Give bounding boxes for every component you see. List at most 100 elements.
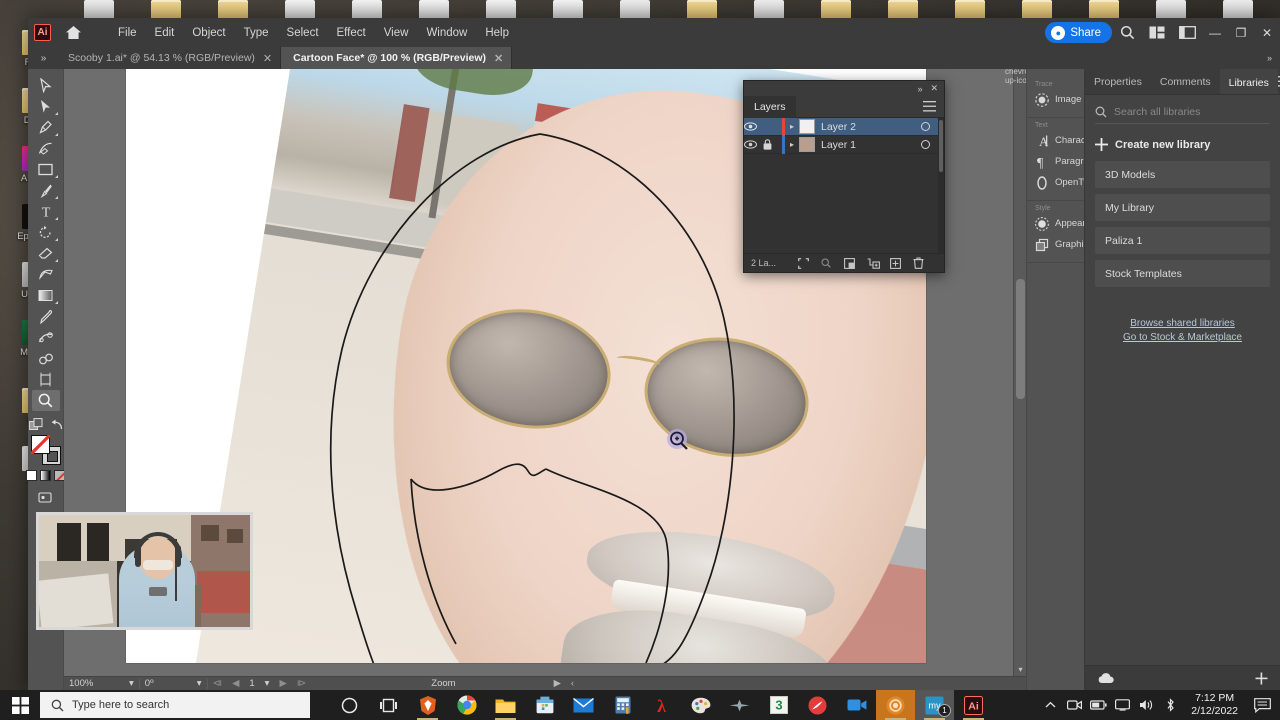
workspace-switcher-icon[interactable]: [1172, 18, 1202, 47]
window-close-button[interactable]: ✕: [1254, 18, 1280, 47]
taskbar-app-paint-palette[interactable]: [681, 690, 720, 720]
cloud-icon[interactable]: [1097, 672, 1115, 684]
panel-expand-icon[interactable]: »: [1260, 47, 1278, 69]
color-swatch-icon[interactable]: [26, 470, 37, 481]
zoom-tool[interactable]: [31, 390, 60, 411]
paintbrush-tool[interactable]: [32, 180, 60, 201]
curvature-tool[interactable]: [32, 138, 60, 159]
rotation-field[interactable]: 0º: [140, 677, 192, 691]
create-new-library-button[interactable]: Create new library: [1095, 138, 1270, 151]
delete-layer-icon[interactable]: [913, 257, 936, 269]
layer-row-layer-1[interactable]: ▸ Layer 1: [744, 135, 944, 154]
fill-stroke-swatches[interactable]: [30, 435, 61, 465]
artboard-last-icon[interactable]: ⧐: [292, 677, 312, 691]
zoom-level-caret-icon[interactable]: ▾: [124, 677, 139, 691]
gradient-swatch-icon[interactable]: [40, 470, 51, 481]
eye-icon[interactable]: [744, 122, 763, 131]
type-tool[interactable]: T: [32, 201, 60, 222]
rail-item-image-trace[interactable]: Image Trace: [1027, 89, 1084, 110]
taskbar-app-blue-camera[interactable]: [837, 690, 876, 720]
scrollbar-thumb[interactable]: [1016, 279, 1025, 399]
libraries-search-row[interactable]: [1095, 106, 1270, 124]
menu-object[interactable]: Object: [183, 23, 234, 43]
taskbar-app-green-three[interactable]: 3: [759, 690, 798, 720]
status-play-icon[interactable]: ▶: [549, 677, 566, 691]
tab-layers[interactable]: Layers: [744, 95, 796, 118]
chevron-right-icon[interactable]: ▸: [785, 140, 799, 149]
browse-shared-libraries-link[interactable]: Browse shared libraries: [1085, 318, 1280, 329]
menu-effect[interactable]: Effect: [328, 23, 375, 43]
layer-row-layer-2[interactable]: ▸ Layer 2: [744, 117, 944, 136]
free-transform-tool[interactable]: [32, 264, 60, 285]
chevron-up-icon[interactable]: [1039, 690, 1061, 720]
battery-tray-icon[interactable]: [1087, 690, 1109, 720]
rotate-tool[interactable]: [32, 222, 60, 243]
rectangle-tool[interactable]: [32, 159, 60, 180]
panel-menu-icon[interactable]: [923, 101, 944, 112]
undo-arrow-icon[interactable]: [50, 419, 63, 431]
cortana-circle-icon[interactable]: [330, 690, 369, 720]
direct-selection-tool[interactable]: [32, 96, 60, 117]
search-input[interactable]: [1114, 106, 1254, 118]
taskbar-app-red-circle[interactable]: [798, 690, 837, 720]
layers-panel-scrollbar[interactable]: [938, 118, 944, 253]
scrollbar-thumb[interactable]: [939, 120, 943, 172]
eyedropper-tool[interactable]: [32, 306, 60, 327]
library-item-my-library[interactable]: My Library: [1095, 194, 1270, 221]
close-icon[interactable]: ✕: [263, 52, 272, 65]
taskbar-app-mail[interactable]: [564, 690, 603, 720]
rail-item-opentype[interactable]: OpenType: [1027, 172, 1084, 193]
artboard-prev-icon[interactable]: ◀: [227, 677, 244, 691]
artboard-caret-icon[interactable]: ▾: [260, 677, 275, 691]
tab-comments[interactable]: Comments: [1151, 69, 1220, 94]
plus-icon[interactable]: [1255, 672, 1268, 685]
chevron-right-icon[interactable]: ▸: [785, 122, 799, 131]
selection-tool[interactable]: [32, 75, 60, 96]
layers-panel[interactable]: » ✕ Layers ▸ Layer 2 ▸ Layer 1 2 La...: [743, 80, 945, 273]
close-icon[interactable]: ✕: [494, 52, 503, 65]
taskbar-app-orange-record[interactable]: [876, 690, 915, 720]
drawing-mode-icon[interactable]: [32, 487, 60, 508]
rotation-caret-icon[interactable]: ▾: [192, 677, 207, 691]
window-maximize-button[interactable]: ❐: [1228, 18, 1254, 47]
chevron-up-icon[interactable]: chevron-up-icon: [1005, 69, 1026, 85]
bluetooth-tray-icon[interactable]: [1159, 690, 1181, 720]
volume-tray-icon[interactable]: [1135, 690, 1157, 720]
taskbar-app-adobe-illustrator[interactable]: Ai: [954, 690, 993, 720]
artboard-first-icon[interactable]: ⧏: [208, 677, 228, 691]
rail-item-paragraph[interactable]: ¶ Paragraph: [1027, 151, 1085, 172]
rail-item-graphic-styles[interactable]: Graphic St...: [1027, 234, 1084, 255]
display-tray-icon[interactable]: [1111, 690, 1133, 720]
taskbar-app-brave-browser[interactable]: [408, 690, 447, 720]
rail-item-appearance[interactable]: Appearance: [1027, 213, 1084, 234]
chevron-down-icon[interactable]: ▾: [1014, 663, 1026, 676]
target-circle-icon[interactable]: [921, 122, 930, 131]
document-tab-cartoon-face[interactable]: Cartoon Face* @ 100 % (RGB/Preview) ✕: [281, 47, 513, 69]
zoom-level-field[interactable]: 100%: [64, 677, 124, 691]
drawing-modes-icon[interactable]: [28, 418, 44, 432]
webcam-tray-icon[interactable]: [1063, 690, 1085, 720]
taskbar-search-box[interactable]: Type here to search: [40, 692, 310, 718]
lock-icon[interactable]: [763, 139, 782, 150]
canvas-vertical-scrollbar[interactable]: chevron-up-icon ▾: [1005, 69, 1026, 676]
document-tab-scooby[interactable]: Scooby 1.ai* @ 54.13 % (RGB/Preview) ✕: [56, 47, 282, 69]
task-view-icon[interactable]: [369, 690, 408, 720]
action-center-icon[interactable]: [1248, 690, 1276, 720]
eraser-tool[interactable]: [32, 243, 60, 264]
rail-item-character[interactable]: A Character: [1027, 130, 1085, 151]
taskbar-app-calculator[interactable]: [603, 690, 642, 720]
menu-help[interactable]: Help: [476, 23, 518, 43]
taskbar-app-microsoft-store[interactable]: [525, 690, 564, 720]
tab-libraries[interactable]: Libraries: [1219, 69, 1278, 94]
status-more-icon[interactable]: ‹: [566, 677, 579, 691]
new-sublayer-icon[interactable]: [867, 257, 890, 269]
share-button[interactable]: ● Share: [1045, 22, 1112, 43]
taskbar-app-my-app[interactable]: my 1: [915, 690, 954, 720]
library-item-stock-templates[interactable]: Stock Templates: [1095, 260, 1270, 287]
tab-overflow-icon[interactable]: »: [32, 47, 54, 69]
menu-edit[interactable]: Edit: [146, 23, 184, 43]
taskbar-app-file-explorer[interactable]: [486, 690, 525, 720]
symbol-sprayer-tool[interactable]: [32, 348, 60, 369]
menu-select[interactable]: Select: [278, 23, 328, 43]
taskbar-app-google-chrome[interactable]: [447, 690, 486, 720]
